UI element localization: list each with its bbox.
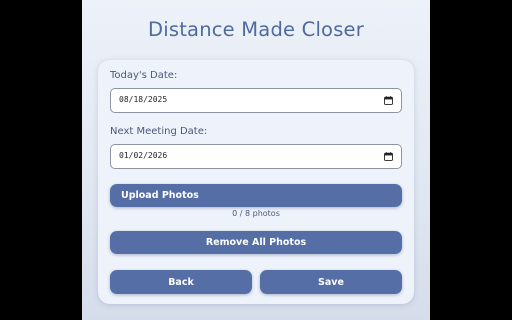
today-date-label: Today's Date:	[110, 70, 178, 81]
form-card: Today's Date: 08/18/2025 Next Meeting Da…	[98, 60, 414, 304]
page-title: Distance Made Closer	[148, 18, 364, 41]
today-date-value: 08/18/2025	[119, 95, 168, 104]
save-button[interactable]: Save	[260, 270, 402, 294]
upload-photos-button[interactable]: Upload Photos	[110, 184, 402, 207]
next-meeting-date-value: 01/02/2026	[119, 151, 168, 160]
app-panel: Distance Made Closer Today's Date: 08/18…	[82, 0, 430, 320]
calendar-icon[interactable]	[384, 96, 393, 105]
remove-all-photos-button[interactable]: Remove All Photos	[110, 231, 402, 254]
next-meeting-date-label: Next Meeting Date:	[110, 126, 208, 137]
next-meeting-date-input[interactable]: 01/02/2026	[110, 144, 402, 169]
photo-count: 0 / 8 photos	[232, 209, 280, 218]
today-date-input[interactable]: 08/18/2025	[110, 88, 402, 113]
back-button[interactable]: Back	[110, 270, 252, 294]
calendar-icon[interactable]	[384, 152, 393, 161]
